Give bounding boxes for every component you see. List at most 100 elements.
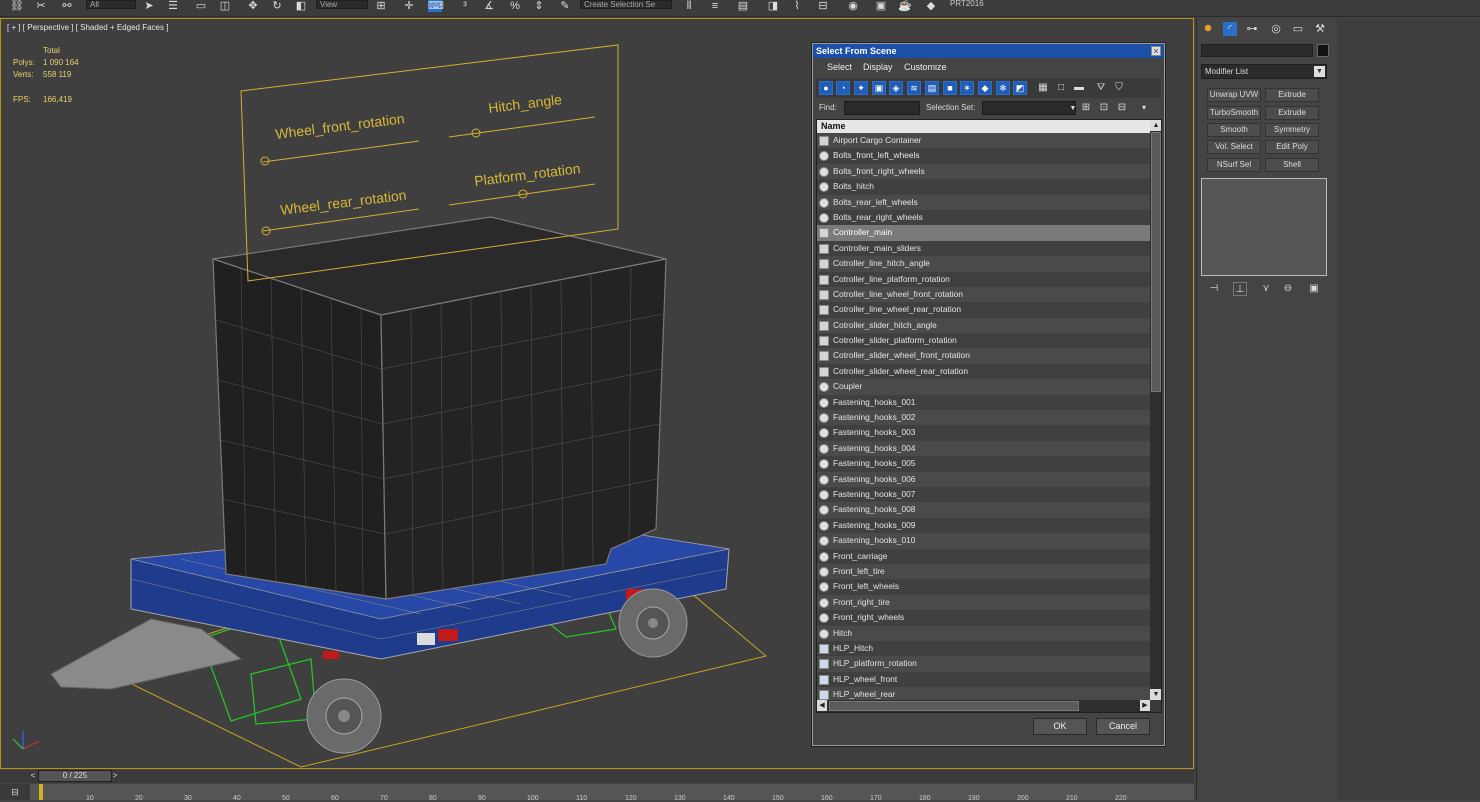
track-bar[interactable] (0, 784, 1194, 800)
selection-set-remove-icon[interactable]: ⊟ (1116, 102, 1128, 114)
align-icon[interactable]: ≡ (708, 0, 722, 12)
chevron-down-icon[interactable]: ▼ (1314, 66, 1325, 77)
menu-select[interactable]: Select (827, 62, 852, 72)
list-item[interactable]: Fastening_hooks_004 (817, 440, 1150, 457)
rotate-icon[interactable]: ↻ (270, 0, 284, 12)
list-item[interactable]: Fastening_hooks_009 (817, 517, 1150, 534)
list-item[interactable]: Cotroller_line_wheel_front_rotation (817, 286, 1150, 303)
rect-region-icon[interactable]: ▭ (194, 0, 208, 12)
graphite-icon[interactable]: ◨ (766, 0, 780, 12)
display-cameras-icon[interactable]: ▣ (872, 81, 886, 95)
extrude-button-2[interactable]: Extrude (1265, 106, 1319, 120)
close-icon[interactable]: × (1151, 46, 1161, 56)
display-spacewarps-icon[interactable]: ≋ (907, 81, 921, 95)
modifier-stack[interactable] (1201, 178, 1327, 276)
list-item[interactable]: Coupler (817, 379, 1150, 395)
window-crossing-icon[interactable]: ◫ (218, 0, 232, 12)
select-icon[interactable]: ➤ (142, 0, 156, 12)
symmetry-button[interactable]: Symmetry (1265, 123, 1319, 137)
motion-tab-icon[interactable]: ◎ (1269, 22, 1283, 36)
snap-icon[interactable]: ³ (458, 0, 472, 12)
filter-icon[interactable]: ⛛ (1094, 81, 1108, 95)
bind-icon[interactable]: ⚯ (60, 0, 74, 12)
curve-editor-icon[interactable]: ⌇ (790, 0, 804, 12)
display-invert-icon[interactable]: ▬ (1072, 81, 1086, 95)
display-lights-icon[interactable]: ✦ (854, 81, 868, 95)
named-selection-input[interactable]: Create Selection Se (580, 0, 672, 9)
modify-tab-icon[interactable]: ◜ (1223, 22, 1237, 36)
list-item[interactable]: Cotroller_slider_wheel_front_rotation (817, 348, 1150, 364)
show-end-result-icon[interactable]: ⊥ (1233, 282, 1247, 296)
list-item[interactable]: Controller_main (817, 225, 1150, 241)
scroll-up-icon[interactable]: ▲ (1150, 120, 1161, 131)
list-item[interactable]: Front_right_wheels (817, 610, 1150, 626)
list-item[interactable]: HLP_wheel_front (817, 671, 1150, 688)
shell-button[interactable]: Shell (1265, 158, 1319, 172)
render-icon[interactable]: ◆ (924, 0, 938, 12)
pin-stack-icon[interactable]: ⊣ (1207, 282, 1221, 296)
selection-set-dropdown[interactable]: ▼ (982, 101, 1076, 115)
reference-coord-dropdown[interactable]: View (316, 0, 368, 9)
render-frame-icon[interactable]: ☕ (898, 0, 912, 12)
turbosmooth-button[interactable]: TurboSmooth (1207, 106, 1261, 120)
create-tab-icon[interactable]: ✹ (1201, 22, 1215, 36)
spinner-snap-icon[interactable]: ⇕ (532, 0, 546, 12)
list-item[interactable]: Fastening_hooks_005 (817, 456, 1150, 472)
find-input[interactable] (844, 101, 920, 115)
list-item[interactable]: Fastening_hooks_002 (817, 410, 1150, 426)
render-setup-icon[interactable]: ▣ (874, 0, 888, 12)
ok-button[interactable]: OK (1033, 718, 1087, 735)
list-item[interactable]: Controller_main_sliders (817, 240, 1150, 257)
list-item[interactable]: Cotroller_slider_hitch_angle (817, 317, 1150, 334)
object-color-swatch[interactable] (1317, 44, 1329, 57)
menu-display[interactable]: Display (863, 62, 893, 72)
display-none-icon[interactable]: □ (1054, 81, 1068, 95)
list-item[interactable]: Bolts_rear_left_wheels (817, 194, 1150, 210)
object-name-field[interactable] (1201, 44, 1313, 57)
display-all-icon[interactable]: ▦ (1036, 81, 1050, 95)
angle-snap-icon[interactable]: ∡ (482, 0, 496, 12)
display-hidden-icon[interactable]: ◩ (1013, 81, 1027, 95)
list-item[interactable]: Cotroller_line_platform_rotation (817, 271, 1150, 287)
viewport-label[interactable]: [ + ] [ Perspective ] [ Shaded + Edged F… (7, 23, 168, 32)
select-manipulate-icon[interactable]: ✛ (402, 0, 416, 12)
menu-customize[interactable]: Customize (904, 62, 947, 72)
list-item[interactable]: Hitch (817, 625, 1150, 641)
make-unique-icon[interactable]: ⋎ (1259, 282, 1273, 296)
list-item[interactable]: Bolts_hitch (817, 179, 1150, 195)
vol-select-button[interactable]: Vol. Select (1207, 140, 1261, 154)
utilities-tab-icon[interactable]: ⚒ (1313, 22, 1327, 36)
display-groups-icon[interactable]: ▤ (925, 81, 939, 95)
schematic-icon[interactable]: ⊟ (816, 0, 830, 12)
selection-filter-dropdown[interactable]: All (86, 0, 136, 9)
horizontal-scroll-thumb[interactable] (829, 701, 1079, 711)
extrude-button[interactable]: Extrude (1265, 88, 1319, 102)
time-prev-icon[interactable]: < (28, 770, 38, 782)
filter-options-icon[interactable]: ⛉ (1112, 81, 1126, 95)
list-item[interactable]: Cotroller_line_wheel_rear_rotation (817, 302, 1150, 318)
nsurf-sel-button[interactable]: NSurf Sel (1207, 158, 1261, 172)
display-xrefs-icon[interactable]: ■ (943, 81, 957, 95)
list-item[interactable]: HLP_Hitch (817, 640, 1150, 657)
modifier-list-dropdown[interactable]: Modifier List ▼ (1201, 64, 1327, 79)
list-item[interactable]: Bolts_front_left_wheels (817, 148, 1150, 164)
list-item[interactable]: Fastening_hooks_007 (817, 486, 1150, 503)
list-item[interactable]: Fastening_hooks_008 (817, 502, 1150, 518)
edit-poly-button[interactable]: Edit Poly (1265, 140, 1319, 154)
remove-modifier-icon[interactable]: ⊖ (1281, 282, 1295, 296)
list-item[interactable]: Cotroller_line_hitch_angle (817, 256, 1150, 272)
scene-object-list[interactable]: Name Airport Cargo Container Bolts_front_… (816, 119, 1162, 713)
list-item[interactable]: Bolts_front_right_wheels (817, 163, 1150, 180)
list-item[interactable]: Fastening_hooks_010 (817, 533, 1150, 549)
smooth-button[interactable]: Smooth (1207, 123, 1261, 137)
display-geometry-icon[interactable]: ● (819, 81, 833, 95)
list-item[interactable]: Front_carriage (817, 548, 1150, 564)
pivot-icon[interactable]: ⊞ (374, 0, 388, 12)
list-item[interactable]: HLP_platform_rotation (817, 656, 1150, 672)
hierarchy-tab-icon[interactable]: ⊶ (1245, 22, 1259, 36)
list-item[interactable]: Airport Cargo Container (817, 133, 1150, 149)
horizontal-scrollbar[interactable]: ◀ ▶ (817, 700, 1150, 712)
unwrap-uvw-button[interactable]: Unwrap UVW (1207, 88, 1261, 102)
display-shapes-icon[interactable]: ◔ (836, 81, 850, 95)
unlink-icon[interactable]: ✂ (34, 0, 48, 12)
